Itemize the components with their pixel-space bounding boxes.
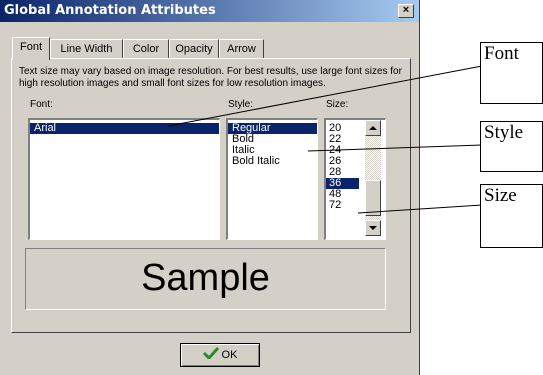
scroll-up-button[interactable] [365, 120, 381, 136]
scroll-down-button[interactable] [365, 220, 381, 236]
callout-font: Font [480, 42, 543, 104]
sample-text: Sample [141, 257, 270, 299]
callout-size: Size [480, 184, 543, 248]
callout-style: Style [480, 121, 543, 172]
font-listbox[interactable]: Arial [28, 118, 220, 240]
style-item[interactable]: Bold Italic [228, 156, 317, 167]
info-text: Text size may vary based on image resolu… [19, 66, 402, 89]
arrow-up-icon [369, 126, 377, 130]
scroll-thumb[interactable] [365, 180, 381, 216]
font-label: Font: [30, 99, 53, 110]
annotation-dialog: Global Annotation Attributes × Font Line… [0, 0, 420, 375]
arrow-down-icon [369, 226, 377, 230]
tab-color[interactable]: Color [123, 39, 169, 59]
tab-font[interactable]: Font [12, 37, 50, 60]
title-bar: Global Annotation Attributes × [0, 0, 419, 22]
style-label: Style: [228, 99, 254, 110]
size-label: Size: [326, 99, 349, 110]
tab-arrow[interactable]: Arrow [219, 39, 264, 59]
window-title: Global Annotation Attributes [4, 3, 216, 18]
close-button[interactable]: × [398, 4, 414, 18]
checkmark-icon [202, 346, 219, 361]
style-listbox[interactable]: Regular Bold Italic Bold Italic [226, 118, 318, 240]
size-listbox[interactable]: 20 22 24 26 28 36 48 72 [324, 118, 386, 240]
size-scrollbar[interactable] [365, 120, 381, 236]
tab-opacity[interactable]: Opacity [169, 39, 219, 59]
ok-label: OK [221, 349, 238, 361]
size-item[interactable]: 72 [326, 200, 359, 211]
tab-line-width[interactable]: Line Width [50, 39, 123, 59]
font-item[interactable]: Arial [30, 123, 219, 134]
sample-preview: Sample [25, 248, 386, 310]
ok-button[interactable]: OK [180, 343, 260, 367]
